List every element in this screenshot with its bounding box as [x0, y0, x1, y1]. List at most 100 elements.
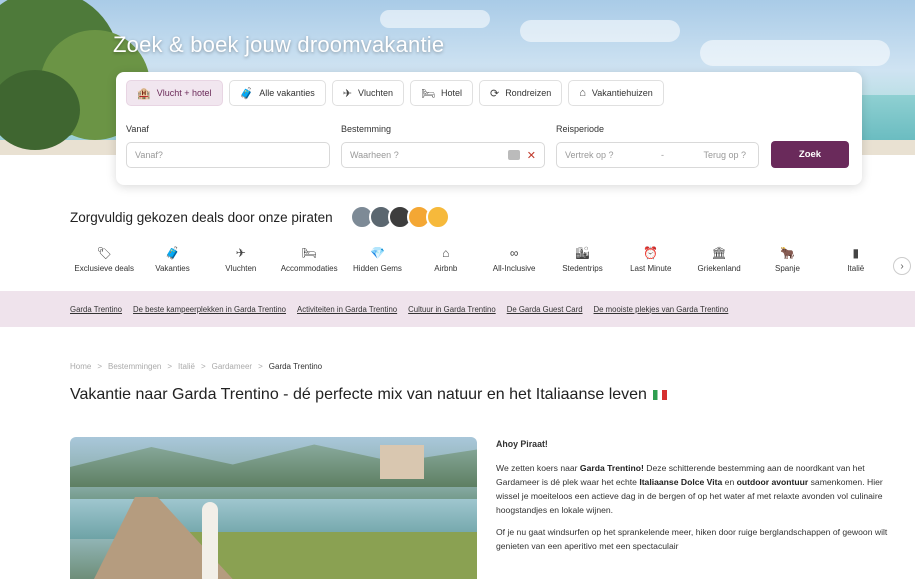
breadcrumb-gardameer[interactable]: Gardameer	[212, 362, 252, 371]
house-icon: ⌂	[579, 87, 586, 99]
plane-icon: ✈	[235, 246, 246, 260]
avatar	[426, 205, 450, 229]
destination-field[interactable]: Waarheen ? ✕	[341, 142, 545, 168]
article-paragraph: We zetten koers naar Garda Trentino! Dez…	[496, 461, 906, 517]
return-placeholder[interactable]: Terug op ?	[703, 150, 746, 160]
period-label: Reisperiode	[556, 124, 605, 134]
plane-icon: ✈	[342, 87, 352, 100]
tab-label: Vakantiehuizen	[591, 88, 653, 98]
article-greeting: Ahoy Piraat!	[496, 439, 548, 449]
tab-alle-vakanties[interactable]: 🧳 Alle vakanties	[228, 80, 326, 106]
topic-link[interactable]: De mooiste plekjes van Garda Trentino	[594, 305, 729, 314]
text-bold: Italiaanse Dolce Vita	[639, 477, 723, 487]
bed-icon: 🛏	[301, 246, 317, 260]
breadcrumb-separator: >	[200, 362, 206, 371]
topic-link[interactable]: Cultuur in Garda Trentino	[408, 305, 496, 314]
period-field[interactable]: Vertrek op ? - Terug op ?	[556, 142, 759, 168]
category-exclusieve-deals[interactable]: 🏷 Exclusieve deals	[70, 246, 138, 273]
tab-hotel[interactable]: 🛏 Hotel	[409, 80, 473, 106]
flight-hotel-icon: 🏨	[137, 87, 151, 100]
suitcase-icon: 🧳	[165, 246, 180, 260]
topic-link[interactable]: De Garda Guest Card	[507, 305, 583, 314]
category-accommodaties[interactable]: 🛏 Accommodaties	[275, 246, 343, 273]
category-stedentrips[interactable]: 🏙 Stedentrips	[548, 246, 616, 273]
article-paragraph: Of je nu gaat windsurfen op het sprankel…	[496, 527, 888, 551]
bull-icon: 🐂	[779, 246, 795, 260]
clear-icon[interactable]: ✕	[527, 149, 536, 162]
topic-link[interactable]: De beste kampeerplekken in Garda Trentin…	[133, 305, 286, 314]
category-label: Griekenland	[697, 264, 741, 273]
breadcrumb-separator: >	[167, 362, 173, 371]
italy-flag-icon	[652, 389, 667, 400]
search-button[interactable]: Zoek	[771, 141, 849, 168]
page-title-text: Vakantie naar Garda Trentino - dé perfec…	[70, 386, 647, 403]
breadcrumb-separator: >	[258, 362, 263, 371]
category-all-inclusive[interactable]: ∞ All-Inclusive	[480, 246, 548, 273]
category-label: All-Inclusive	[492, 264, 536, 273]
reeds	[190, 532, 477, 579]
suitcase-icon: 🧳	[239, 87, 254, 100]
category-label: Last Minute	[630, 264, 672, 273]
category-vakanties[interactable]: 🧳 Vakanties	[138, 246, 206, 273]
tab-vakantiehuizen[interactable]: ⌂ Vakantiehuizen	[568, 80, 664, 106]
tab-rondreizen[interactable]: ⟳ Rondreizen	[478, 80, 563, 106]
tree	[0, 70, 80, 150]
article-intro: Ahoy Piraat! We zetten koers naar Garda …	[496, 437, 906, 561]
from-label: Vanaf	[126, 124, 149, 134]
search-tabs: 🏨 Vlucht + hotel 🧳 Alle vakanties ✈ Vluc…	[126, 80, 664, 106]
breadcrumb-bestemmingen[interactable]: Bestemmingen	[108, 362, 161, 371]
hero-title: Zoek & boek jouw droomvakantie	[113, 32, 445, 57]
text: We zetten koers naar	[496, 463, 580, 473]
depart-placeholder[interactable]: Vertrek op ?	[565, 150, 614, 160]
topic-link[interactable]: Activiteiten in Garda Trentino	[297, 305, 397, 314]
chevron-right-icon[interactable]: ›	[893, 257, 911, 275]
city-icon: 🏙	[574, 246, 591, 260]
from-field[interactable]: Vanaf?	[126, 142, 330, 168]
tab-label: Hotel	[440, 88, 462, 98]
castle	[380, 445, 424, 479]
category-label: Stedentrips	[562, 264, 603, 273]
tab-label: Vluchten	[357, 88, 393, 98]
cloud	[700, 40, 890, 66]
tab-label: Alle vakanties	[259, 88, 315, 98]
curated-heading: Zorgvuldig gekozen deals door onze pirat…	[70, 210, 333, 225]
category-hidden-gems[interactable]: 💎 Hidden Gems	[343, 246, 411, 273]
house-icon: ⌂	[442, 246, 450, 260]
page-title: Vakantie naar Garda Trentino - dé perfec…	[70, 386, 667, 404]
cloud	[520, 20, 680, 42]
category-italie[interactable]: ▮ Italië	[822, 246, 890, 273]
alarm-clock-icon: ⏰	[643, 246, 659, 260]
temple-icon: 🏛	[711, 246, 727, 260]
tab-label: Rondreizen	[505, 88, 552, 98]
category-label: Airbnb	[434, 264, 458, 273]
category-label: Spanje	[774, 264, 800, 273]
topic-link[interactable]: Garda Trentino	[70, 305, 122, 314]
tab-vluchten[interactable]: ✈ Vluchten	[331, 80, 404, 106]
category-label: Hidden Gems	[353, 264, 402, 273]
breadcrumb-italie[interactable]: Italië	[178, 362, 195, 371]
topic-bar: Garda Trentino De beste kampeerplekken i…	[0, 291, 915, 327]
gem-icon: 💎	[370, 246, 385, 260]
from-placeholder: Vanaf?	[135, 150, 163, 160]
breadcrumb-separator: >	[97, 362, 103, 371]
search-card: 🏨 Vlucht + hotel 🧳 Alle vakanties ✈ Vluc…	[116, 72, 862, 185]
infinity-icon: ∞	[509, 246, 519, 260]
date-separator: -	[661, 150, 664, 160]
category-griekenland[interactable]: 🏛 Griekenland	[685, 246, 753, 273]
destination-placeholder: Waarheen ?	[350, 150, 399, 160]
bed-icon: 🛏	[420, 87, 435, 100]
italy-icon: ▮	[852, 246, 860, 260]
category-label: Accommodaties	[280, 264, 338, 273]
tab-vlucht-hotel[interactable]: 🏨 Vlucht + hotel	[126, 80, 223, 106]
calendar-icon[interactable]	[508, 150, 520, 160]
breadcrumb-home[interactable]: Home	[70, 362, 91, 371]
category-vluchten[interactable]: ✈ Vluchten	[207, 246, 275, 273]
breadcrumb: Home > Bestemmingen > Italië > Gardameer…	[70, 362, 322, 371]
cloud	[380, 10, 490, 28]
category-last-minute[interactable]: ⏰ Last Minute	[617, 246, 685, 273]
hero-photo	[70, 437, 477, 579]
category-airbnb[interactable]: ⌂ Airbnb	[412, 246, 480, 273]
category-spanje[interactable]: 🐂 Spanje	[753, 246, 821, 273]
category-label: Exclusieve deals	[74, 264, 134, 273]
category-label: Vluchten	[225, 264, 257, 273]
